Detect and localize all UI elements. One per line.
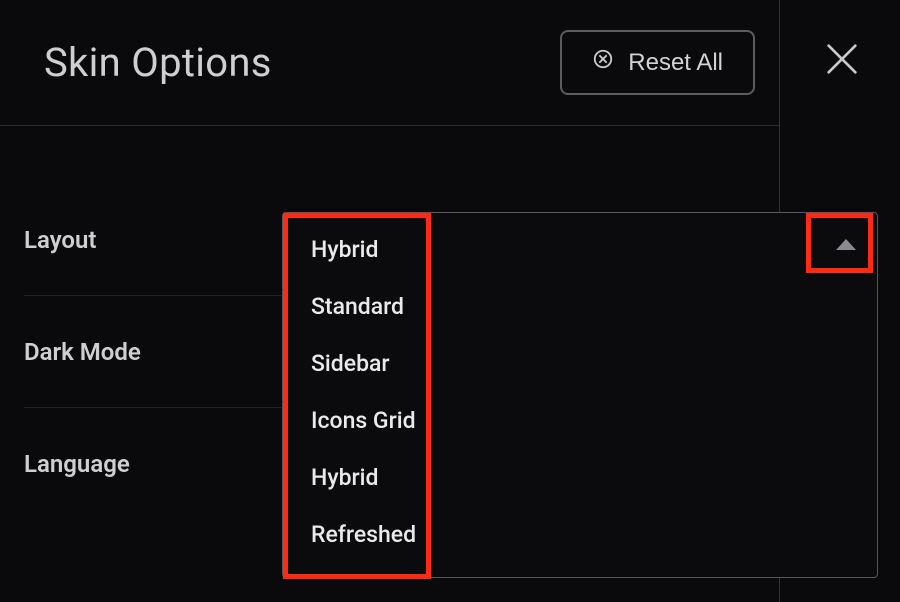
layout-dropdown[interactable]: Hybrid Standard Sidebar Icons Grid Hybri… xyxy=(282,212,878,578)
dropdown-option[interactable]: Hybrid xyxy=(283,221,877,278)
dropdown-option[interactable]: Hybrid xyxy=(283,449,877,506)
reset-all-button[interactable]: Reset All xyxy=(560,30,755,95)
setting-label-language: Language xyxy=(24,450,280,478)
page-title: Skin Options xyxy=(44,39,272,86)
panel-header: Skin Options Reset All xyxy=(0,0,779,126)
dropdown-option[interactable]: Icons Grid xyxy=(283,392,877,449)
setting-label-dark-mode: Dark Mode xyxy=(24,338,280,366)
close-icon xyxy=(822,39,862,82)
dropdown-option[interactable]: Refreshed xyxy=(283,506,877,563)
caret-up-icon xyxy=(836,239,856,250)
reset-all-label: Reset All xyxy=(628,49,723,77)
dropdown-option[interactable]: Sidebar xyxy=(283,335,877,392)
cancel-circle-icon xyxy=(592,48,614,77)
dropdown-list: Hybrid Standard Sidebar Icons Grid Hybri… xyxy=(283,213,877,577)
close-button[interactable] xyxy=(818,36,866,84)
dropdown-toggle[interactable] xyxy=(817,215,875,273)
setting-label-layout: Layout xyxy=(24,226,280,254)
dropdown-option[interactable]: Standard xyxy=(283,278,877,335)
